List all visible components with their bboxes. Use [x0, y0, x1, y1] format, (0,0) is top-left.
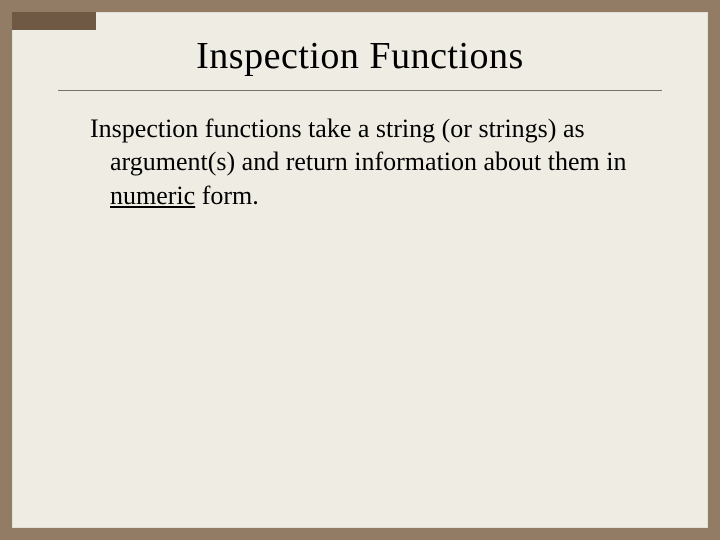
body-paragraph: Inspection functions take a string (or s… [90, 112, 650, 212]
body-text-underlined: numeric [110, 181, 195, 210]
slide-title: Inspection Functions [12, 34, 708, 78]
accent-bar [12, 12, 96, 30]
slide: Inspection Functions Inspection function… [12, 12, 708, 528]
slide-body: Inspection functions take a string (or s… [90, 112, 650, 212]
body-text-post: form. [195, 181, 259, 210]
body-text-pre: Inspection functions take a string (or s… [90, 114, 627, 176]
title-divider [58, 90, 662, 91]
